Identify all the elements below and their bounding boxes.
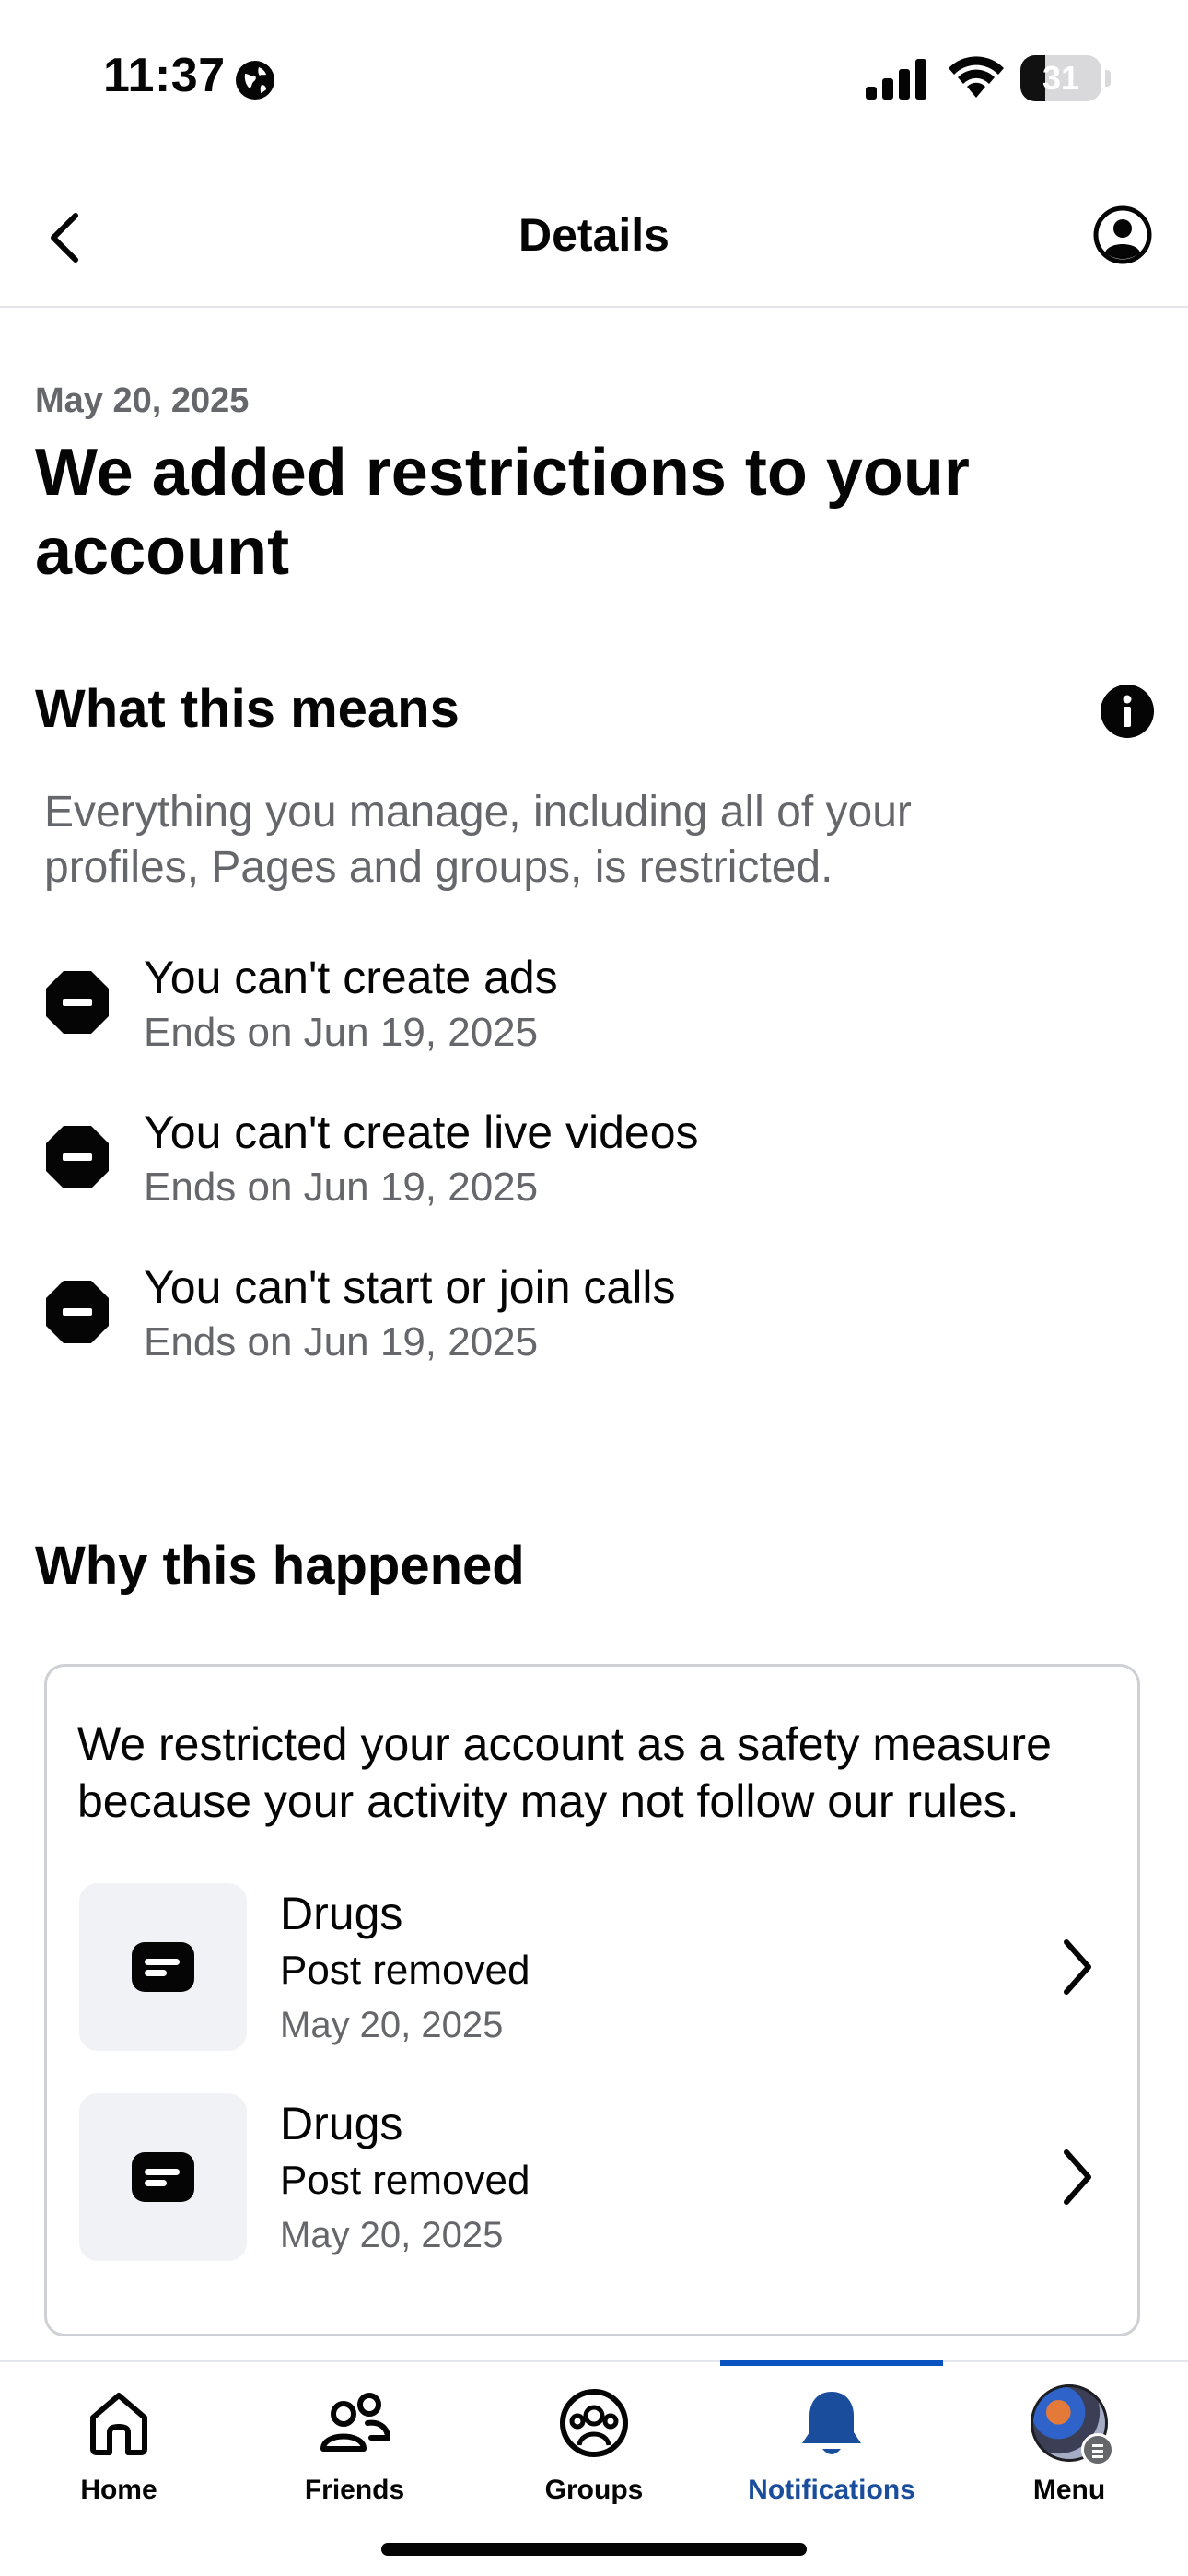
violation-title[interactable]: Drugs — [280, 1887, 402, 1940]
tab-groups[interactable]: Groups — [483, 2384, 705, 2506]
tab-label: Home — [80, 2475, 157, 2505]
chevron-right-icon[interactable] — [1054, 2145, 1100, 2209]
why-this-happened-title: Why this happened — [35, 1536, 525, 1596]
post-thumbnail[interactable] — [79, 1883, 247, 2051]
tab-label: Menu — [1032, 2475, 1106, 2505]
violation-date: May 20, 2025 — [280, 2005, 504, 2045]
tab-menu[interactable]: Menu — [958, 2384, 1181, 2506]
restricted-icon — [46, 1281, 109, 1343]
tab-label: Groups — [544, 2475, 644, 2505]
avatar — [1031, 2384, 1114, 2466]
violation-title[interactable]: Drugs — [280, 2097, 402, 2150]
notice-date: May 20, 2025 — [35, 381, 250, 420]
post-thumbnail[interactable] — [79, 2093, 247, 2261]
status-time: 11:37 — [103, 49, 226, 102]
post-icon — [132, 2152, 194, 2202]
account-circle-icon[interactable] — [1092, 205, 1153, 265]
page-title: Details — [518, 209, 670, 261]
tab-home[interactable]: Home — [7, 2384, 230, 2506]
description-line-1: Everything you manage, including all of … — [44, 788, 912, 837]
battery-tip — [1105, 70, 1111, 87]
restriction-title: You can't start or join calls — [144, 1261, 676, 1313]
friends-icon — [320, 2393, 391, 2452]
explanation-line-2: because your activity may not follow our… — [77, 1775, 1019, 1827]
restriction-end-date: Ends on Jun 19, 2025 — [144, 1319, 539, 1364]
header-divider — [0, 306, 1188, 308]
info-icon[interactable] — [1100, 684, 1155, 739]
notice-headline: We added restrictions to your account — [35, 433, 1048, 591]
active-tab-indicator — [720, 2360, 943, 2366]
what-this-means-title: What this means — [35, 679, 460, 739]
battery-percentage: 31 — [1042, 59, 1080, 97]
groups-icon — [560, 2389, 628, 2457]
explanation-line-1: We restricted your account as a safety m… — [77, 1718, 1052, 1770]
bell-icon — [802, 2392, 861, 2454]
violation-status: Post removed — [280, 1948, 530, 1993]
restriction-end-date: Ends on Jun 19, 2025 — [144, 1165, 539, 1210]
headline-line-1: We added restrictions to your — [35, 436, 970, 509]
headline-line-2: account — [35, 515, 290, 589]
restriction-end-date: Ends on Jun 19, 2025 — [144, 1010, 539, 1055]
post-icon — [132, 1942, 194, 1992]
violation-status: Post removed — [280, 2158, 530, 2203]
globe-icon — [236, 61, 274, 100]
tab-bar-divider — [0, 2360, 1188, 2362]
cellular-signal-icon — [866, 59, 926, 100]
tab-notifications[interactable]: Notifications — [720, 2384, 943, 2506]
tab-label: Notifications — [748, 2475, 915, 2505]
wifi-icon — [949, 56, 1004, 98]
restricted-icon — [46, 971, 109, 1034]
home-icon — [90, 2393, 147, 2455]
restriction-description: Everything you manage, including all of … — [44, 785, 1094, 896]
violation-explanation: We restricted your account as a safety m… — [77, 1715, 1109, 1830]
home-indicator — [381, 2543, 807, 2556]
description-line-2: profiles, Pages and groups, is restricte… — [44, 843, 833, 892]
violation-date: May 20, 2025 — [280, 2215, 504, 2255]
restriction-title: You can't create live videos — [144, 1107, 699, 1158]
restricted-icon — [46, 1126, 109, 1188]
restriction-title: You can't create ads — [144, 952, 558, 1003]
tab-label: Friends — [304, 2475, 405, 2505]
menu-badge-icon — [1081, 2433, 1114, 2466]
tab-friends[interactable]: Friends — [243, 2384, 466, 2506]
battery-indicator: 31 — [1020, 55, 1111, 101]
chevron-right-icon[interactable] — [1054, 1935, 1100, 1999]
